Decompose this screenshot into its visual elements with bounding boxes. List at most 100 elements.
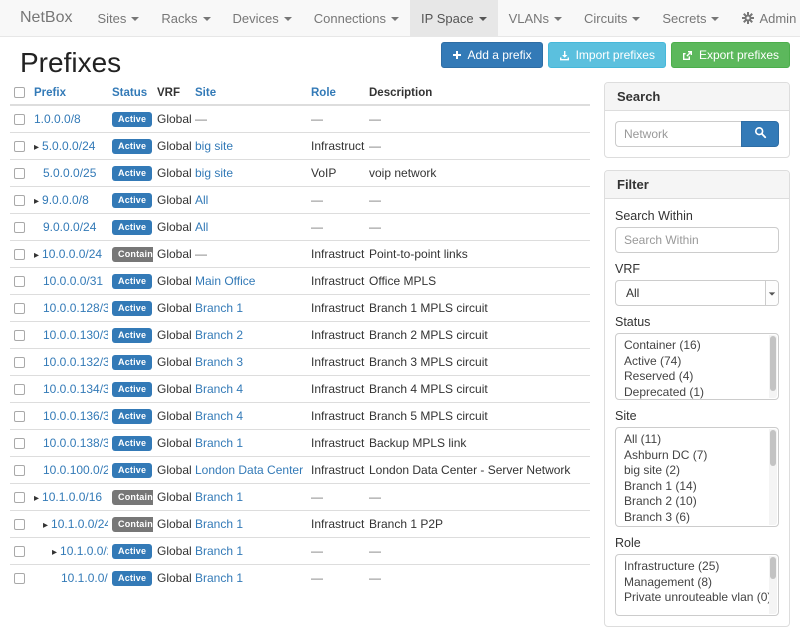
column-header-site[interactable]: Site xyxy=(191,82,307,105)
expand-arrow-icon[interactable]: ▸ xyxy=(43,520,48,531)
site-link[interactable]: Branch 4 xyxy=(195,382,243,396)
prefix-link[interactable]: 9.0.0.0/24 xyxy=(43,220,96,234)
status-option[interactable]: Reserved (4) xyxy=(616,369,766,385)
prefix-link[interactable]: 5.0.0.0/25 xyxy=(43,166,96,180)
status-option[interactable]: Container (16) xyxy=(616,338,766,354)
prefix-link[interactable]: 10.0.0.132/31 xyxy=(43,355,108,369)
site-option[interactable]: Branch 2 (10) xyxy=(616,494,766,510)
status-scrollbar[interactable] xyxy=(769,335,777,398)
nav-item-admin[interactable]: Admin xyxy=(730,0,800,36)
row-checkbox[interactable] xyxy=(14,438,25,449)
role-option[interactable]: Management (8) xyxy=(616,575,766,591)
column-header-role[interactable]: Role xyxy=(307,82,365,105)
row-checkbox[interactable] xyxy=(14,573,25,584)
site-link[interactable]: big site xyxy=(195,139,233,153)
site-option[interactable]: Ashburn DC (7) xyxy=(616,448,766,464)
prefix-link[interactable]: 10.1.0.0/16 xyxy=(42,490,102,504)
prefix-link[interactable]: 10.0.0.0/24 xyxy=(42,247,102,261)
site-link[interactable]: London Data Center xyxy=(195,463,303,477)
prefix-link[interactable]: 10.1.0.0/26 xyxy=(61,571,108,585)
import-prefixes-button[interactable]: Import prefixes xyxy=(548,42,666,68)
prefix-link[interactable]: 10.0.100.0/24 xyxy=(43,463,108,477)
role-option[interactable]: Infrastructure (25) xyxy=(616,559,766,575)
row-checkbox[interactable] xyxy=(14,411,25,422)
column-header-prefix[interactable]: Prefix xyxy=(30,82,108,105)
row-checkbox[interactable] xyxy=(14,384,25,395)
prefix-link[interactable]: 10.0.0.136/31 xyxy=(43,409,108,423)
site-link[interactable]: Branch 2 xyxy=(195,328,243,342)
nav-item-vlans[interactable]: VLANs xyxy=(498,0,573,36)
select-all-checkbox[interactable] xyxy=(14,87,25,98)
row-checkbox[interactable] xyxy=(14,492,25,503)
prefix-link[interactable]: 5.0.0.0/24 xyxy=(42,139,95,153)
scrollbar-thumb[interactable] xyxy=(770,557,776,579)
row-checkbox[interactable] xyxy=(14,114,25,125)
prefix-link[interactable]: 10.0.0.0/31 xyxy=(43,274,103,288)
app-logo[interactable]: NetBox xyxy=(6,0,86,36)
prefix-link[interactable]: 10.0.0.138/31 xyxy=(43,436,108,450)
row-checkbox[interactable] xyxy=(14,546,25,557)
expand-arrow-icon[interactable]: ▸ xyxy=(34,196,39,207)
search-input[interactable] xyxy=(615,121,741,147)
site-link[interactable]: Branch 1 xyxy=(195,544,243,558)
row-checkbox[interactable] xyxy=(14,303,25,314)
add-prefix-button[interactable]: Add a prefix xyxy=(441,42,543,68)
row-checkbox[interactable] xyxy=(14,195,25,206)
row-checkbox[interactable] xyxy=(14,168,25,179)
site-link[interactable]: Branch 4 xyxy=(195,409,243,423)
vrf-select[interactable]: All xyxy=(615,280,779,306)
site-link[interactable]: Branch 1 xyxy=(195,571,243,585)
nav-item-circuits[interactable]: Circuits xyxy=(573,0,651,36)
prefix-link[interactable]: 10.1.0.0/24 xyxy=(51,517,108,531)
site-link[interactable]: Main Office xyxy=(195,274,255,288)
prefix-link[interactable]: 1.0.0.0/8 xyxy=(34,112,81,126)
row-checkbox[interactable] xyxy=(14,357,25,368)
site-link[interactable]: Branch 1 xyxy=(195,490,243,504)
site-link[interactable]: big site xyxy=(195,166,233,180)
status-option[interactable]: Active (74) xyxy=(616,354,766,370)
prefix-link[interactable]: 10.0.0.134/31 xyxy=(43,382,108,396)
expand-arrow-icon[interactable]: ▸ xyxy=(34,493,39,504)
row-checkbox[interactable] xyxy=(14,222,25,233)
site-option[interactable]: All (11) xyxy=(616,432,766,448)
row-checkbox[interactable] xyxy=(14,330,25,341)
role-option[interactable]: Private unrouteable vlan (0) xyxy=(616,590,766,606)
site-link[interactable]: Branch 3 xyxy=(195,355,243,369)
row-checkbox[interactable] xyxy=(14,276,25,287)
scrollbar-thumb[interactable] xyxy=(770,336,776,391)
row-checkbox[interactable] xyxy=(14,249,25,260)
site-link[interactable]: Branch 1 xyxy=(195,301,243,315)
nav-item-secrets[interactable]: Secrets xyxy=(651,0,730,36)
site-option[interactable]: Branch 3 (6) xyxy=(616,510,766,526)
expand-arrow-icon[interactable]: ▸ xyxy=(34,250,39,261)
prefix-link[interactable]: 10.0.0.128/31 xyxy=(43,301,108,315)
nav-item-ip-space[interactable]: IP Space xyxy=(410,0,498,36)
nav-item-devices[interactable]: Devices xyxy=(222,0,303,36)
row-checkbox[interactable] xyxy=(14,519,25,530)
scrollbar-thumb[interactable] xyxy=(770,430,776,466)
prefix-link[interactable]: 10.1.0.0/25 xyxy=(60,544,108,558)
nav-item-connections[interactable]: Connections xyxy=(303,0,410,36)
expand-arrow-icon[interactable]: ▸ xyxy=(52,547,57,558)
site-listbox[interactable]: All (11)Ashburn DC (7)big site (2) Branch… xyxy=(615,427,779,527)
row-checkbox[interactable] xyxy=(14,141,25,152)
site-link[interactable]: Branch 1 xyxy=(195,436,243,450)
role-scrollbar[interactable] xyxy=(769,556,777,614)
nav-item-sites[interactable]: Sites xyxy=(86,0,150,36)
site-link[interactable]: Branch 1 xyxy=(195,517,243,531)
role-listbox[interactable]: Infrastructure (25)Management (8)Private… xyxy=(615,554,779,616)
status-option[interactable]: Deprecated (1) xyxy=(616,385,766,401)
prefix-link[interactable]: 9.0.0.0/8 xyxy=(42,193,89,207)
search-button[interactable] xyxy=(741,121,779,147)
status-listbox[interactable]: Container (16)Active (74)Reserved (4)Dep… xyxy=(615,333,779,400)
site-option[interactable]: big site (2) xyxy=(616,463,766,479)
site-link[interactable]: All xyxy=(195,220,208,234)
column-header-status[interactable]: Status xyxy=(108,82,153,105)
site-option[interactable]: Branch 4 (12) xyxy=(616,525,766,527)
expand-arrow-icon[interactable]: ▸ xyxy=(34,142,39,153)
row-checkbox[interactable] xyxy=(14,465,25,476)
search-within-input[interactable] xyxy=(615,227,779,253)
export-prefixes-button[interactable]: Export prefixes xyxy=(671,42,790,68)
prefix-link[interactable]: 10.0.0.130/31 xyxy=(43,328,108,342)
site-link[interactable]: All xyxy=(195,193,208,207)
